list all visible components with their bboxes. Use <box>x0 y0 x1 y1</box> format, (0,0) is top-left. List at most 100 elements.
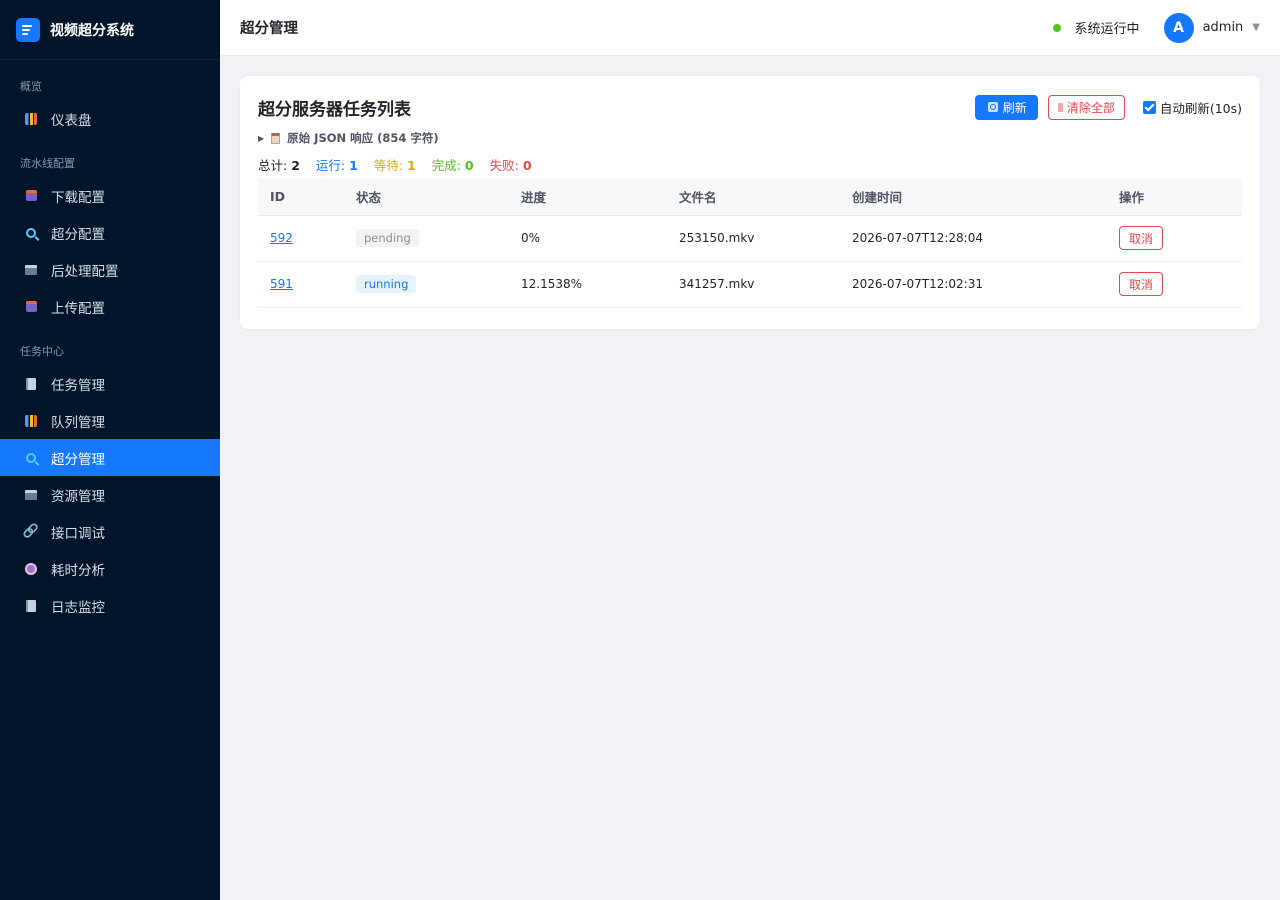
clipboard-icon <box>271 132 281 144</box>
column-header-id: ID <box>258 179 344 216</box>
document-icon <box>24 599 38 613</box>
sidebar-item-api-debug[interactable]: 🔗 接口调试 <box>0 513 220 550</box>
auto-refresh-toggle[interactable]: 自动刷新(10s) <box>1142 98 1242 117</box>
sidebar-item-label: 超分配置 <box>51 226 105 243</box>
top-header: 超分管理 系统运行中 A admin ▼ <box>220 0 1280 56</box>
stat-failed: 失败: 0 <box>489 157 532 173</box>
bar-chart-icon <box>24 112 38 126</box>
document-icon <box>24 377 38 391</box>
cell-filename: 341257.mkv <box>667 261 840 308</box>
cell-progress: 12.1538% <box>509 261 667 308</box>
card-title: 超分服务器任务列表 <box>258 99 411 120</box>
table-row: 592 pending 0% 253150.mkv 2026-07-07T12:… <box>258 215 1242 262</box>
status-dot-icon <box>1052 23 1061 32</box>
refresh-button[interactable]: 刷新 <box>974 94 1038 120</box>
nav-group-task-center: 任务中心 <box>20 345 64 358</box>
stat-total: 总计: 2 <box>258 157 300 173</box>
magnifier-icon <box>24 226 38 240</box>
username[interactable]: admin <box>1203 20 1244 35</box>
raw-json-toggle[interactable]: ▶ 原始 JSON 响应 (854 字符) <box>258 130 1242 146</box>
page-title: 超分管理 <box>240 21 298 37</box>
clear-all-label: 清除全部 <box>1066 100 1115 115</box>
sidebar-item-label: 接口调试 <box>51 525 105 542</box>
sidebar-item-download-config[interactable]: 下载配置 <box>0 177 220 214</box>
card-header: 超分服务器任务列表 刷新 清除全部 自动刷新(10s) <box>258 94 1242 120</box>
cell-id: 591 <box>258 261 344 308</box>
column-header-filename: 文件名 <box>667 179 840 216</box>
sidebar-item-label: 超分管理 <box>51 451 105 468</box>
cancel-button[interactable]: 取消 <box>1119 272 1164 296</box>
task-table: ID 状态 进度 文件名 创建时间 操作 592 pending 0% 2531… <box>258 179 1242 308</box>
table-header-row: ID 状态 进度 文件名 创建时间 操作 <box>258 179 1242 216</box>
sidebar-item-label: 后处理配置 <box>51 263 119 280</box>
header-right: 系统运行中 A admin ▼ <box>1052 12 1260 43</box>
trash-icon <box>1057 102 1063 112</box>
package-icon <box>24 189 38 203</box>
cell-created: 2026-07-07T12:02:31 <box>840 261 1107 308</box>
system-status: 系统运行中 <box>1074 22 1140 37</box>
triangle-right-icon: ▶ <box>258 133 265 143</box>
clock-icon <box>24 562 38 576</box>
auto-refresh-label: 自动刷新(10s) <box>1159 100 1242 116</box>
cell-filename: 253150.mkv <box>667 215 840 262</box>
status-badge: running <box>356 275 417 293</box>
cell-actions: 取消 <box>1107 215 1242 262</box>
app-title: 视频超分系统 <box>50 22 134 39</box>
sidebar-item-task-management[interactable]: 任务管理 <box>0 365 220 402</box>
sidebar-item-resource-management[interactable]: 资源管理 <box>0 476 220 513</box>
stat-waiting: 等待: 1 <box>373 157 416 173</box>
sidebar-item-sr-config[interactable]: 超分配置 <box>0 214 220 251</box>
sidebar-item-log-monitor[interactable]: 日志监控 <box>0 587 220 624</box>
cell-status: pending <box>344 215 509 262</box>
column-header-actions: 操作 <box>1107 179 1242 216</box>
sidebar-item-dashboard[interactable]: 仪表盘 <box>0 100 220 137</box>
menu-logo-icon <box>16 17 40 42</box>
task-stats: 总计: 2 运行: 1 等待: 1 完成: 0 失败: 0 <box>258 155 1242 173</box>
auto-refresh-checkbox[interactable] <box>1142 100 1156 114</box>
cancel-button[interactable]: 取消 <box>1119 226 1164 250</box>
avatar[interactable]: A <box>1163 12 1194 43</box>
clapper-icon <box>24 488 38 502</box>
sidebar: 视频超分系统 概览 仪表盘 流水线配置 下载配置 超分配置 后处理配置 上传配置… <box>0 0 220 900</box>
column-header-status: 状态 <box>344 179 509 216</box>
magnifier-icon <box>24 451 38 465</box>
stat-running: 运行: 1 <box>315 157 358 173</box>
refresh-icon <box>987 102 998 112</box>
table-row: 591 running 12.1538% 341257.mkv 2026-07-… <box>258 261 1242 308</box>
chevron-down-icon[interactable]: ▼ <box>1252 22 1260 33</box>
cell-status: running <box>344 261 509 308</box>
sidebar-item-queue-management[interactable]: 队列管理 <box>0 402 220 439</box>
sidebar-item-sr-management[interactable]: 超分管理 <box>0 439 220 476</box>
nav-group-pipeline: 流水线配置 <box>20 157 75 170</box>
cell-progress: 0% <box>509 215 667 262</box>
sidebar-item-label: 下载配置 <box>51 189 105 206</box>
sidebar-item-timing-analysis[interactable]: 耗时分析 <box>0 550 220 587</box>
task-list-card: 超分服务器任务列表 刷新 清除全部 自动刷新(10s) ▶ 原始 JSON 响应… <box>240 76 1260 329</box>
status-badge: pending <box>356 229 419 247</box>
nav-group-overview: 概览 <box>20 80 42 93</box>
column-header-progress: 进度 <box>509 179 667 216</box>
refresh-label: 刷新 <box>1002 100 1027 115</box>
sidebar-item-postprocess-config[interactable]: 后处理配置 <box>0 251 220 288</box>
cell-created: 2026-07-07T12:28:04 <box>840 215 1107 262</box>
sidebar-item-label: 耗时分析 <box>51 562 105 579</box>
task-id-link[interactable]: 592 <box>270 231 293 245</box>
task-id-link[interactable]: 591 <box>270 277 293 291</box>
brand[interactable]: 视频超分系统 <box>0 0 220 60</box>
clear-all-button[interactable]: 清除全部 <box>1047 94 1125 120</box>
cell-id: 592 <box>258 215 344 262</box>
sidebar-item-label: 队列管理 <box>51 414 105 431</box>
cell-actions: 取消 <box>1107 261 1242 308</box>
sidebar-item-label: 任务管理 <box>51 377 105 394</box>
sidebar-item-label: 仪表盘 <box>51 112 92 129</box>
sidebar-item-upload-config[interactable]: 上传配置 <box>0 288 220 325</box>
sidebar-item-label: 日志监控 <box>51 599 105 616</box>
sidebar-item-label: 上传配置 <box>51 300 105 317</box>
card-actions: 刷新 清除全部 自动刷新(10s) <box>974 94 1242 120</box>
stat-done: 完成: 0 <box>431 157 474 173</box>
package-icon <box>24 300 38 314</box>
bar-chart-icon <box>24 414 38 428</box>
sidebar-item-label: 资源管理 <box>51 488 105 505</box>
link-icon: 🔗 <box>22 524 40 539</box>
raw-json-label: 原始 JSON 响应 (854 字符) <box>287 131 439 145</box>
